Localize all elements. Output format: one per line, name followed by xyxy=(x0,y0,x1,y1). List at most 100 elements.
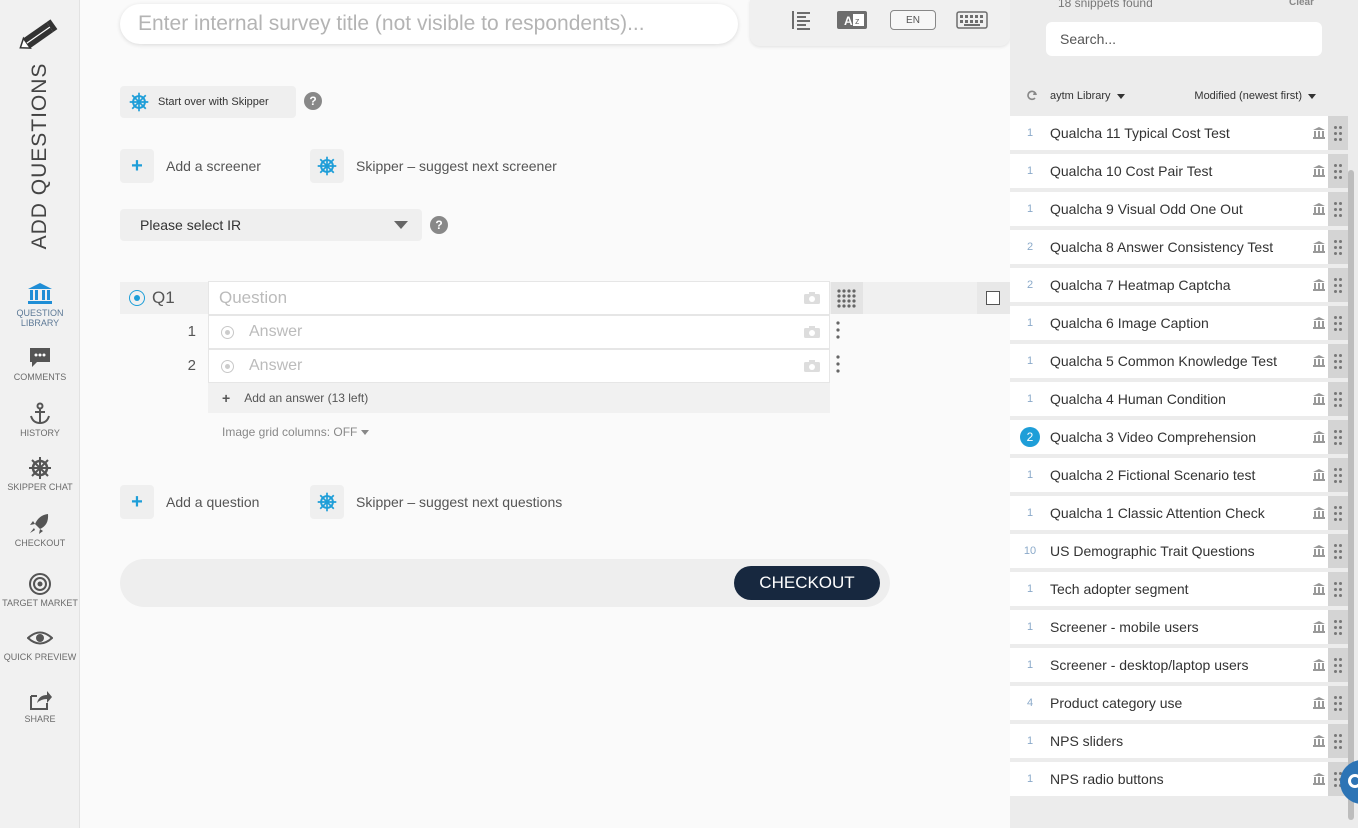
library-item[interactable]: 2 Qualcha 7 Heatmap Captcha xyxy=(1010,268,1348,306)
outline-view-button[interactable] xyxy=(790,9,812,31)
start-over-skipper-button[interactable]: Start over with Skipper xyxy=(120,86,296,118)
question-input[interactable]: Question xyxy=(208,281,830,315)
start-over-label: Start over with Skipper xyxy=(158,96,269,108)
nav-share[interactable]: SHARE xyxy=(0,688,80,724)
answer-drag-handle[interactable] xyxy=(834,350,842,382)
library-item-drag-handle[interactable] xyxy=(1328,610,1348,644)
add-answer-button[interactable]: + Add an answer (13 left) xyxy=(208,383,830,413)
library-item-drag-handle[interactable] xyxy=(1328,534,1348,568)
library-search-input[interactable] xyxy=(1046,22,1322,56)
library-item-drag-handle[interactable] xyxy=(1328,382,1348,416)
library-item[interactable]: 4 Product category use xyxy=(1010,686,1348,724)
help-icon[interactable]: ? xyxy=(304,92,322,110)
nav-question-library[interactable]: QUESTION LIBRARY xyxy=(0,282,80,328)
library-item[interactable]: 2 Qualcha 8 Answer Consistency Test xyxy=(1010,230,1348,268)
library-item-drag-handle[interactable] xyxy=(1328,268,1348,302)
bank-icon xyxy=(1313,621,1325,633)
library-item-drag-handle[interactable] xyxy=(1328,116,1348,150)
clear-link[interactable]: Clear xyxy=(1289,0,1314,8)
camera-icon[interactable] xyxy=(803,359,821,373)
library-item-drag-handle[interactable] xyxy=(1328,344,1348,378)
library-item[interactable]: 10 US Demographic Trait Questions xyxy=(1010,534,1348,572)
add-screener-label: Add a screener xyxy=(166,158,261,174)
library-item-name: Qualcha 9 Visual Odd One Out xyxy=(1050,201,1243,217)
library-item-name: Qualcha 4 Human Condition xyxy=(1050,391,1226,407)
answer-placeholder: Answer xyxy=(249,323,303,340)
library-filter-select[interactable]: aytm Library xyxy=(1026,90,1125,102)
language-button[interactable]: EN xyxy=(890,10,936,30)
snippet-count-badge: 1 xyxy=(1026,583,1034,595)
library-item-drag-handle[interactable] xyxy=(1328,230,1348,264)
library-item-drag-handle[interactable] xyxy=(1328,572,1348,606)
nav-label: SHARE xyxy=(24,714,56,724)
suggest-questions-button[interactable]: Skipper – suggest next questions xyxy=(310,485,562,519)
library-item-name: Qualcha 7 Heatmap Captcha xyxy=(1050,277,1231,293)
library-item-drag-handle[interactable] xyxy=(1328,686,1348,720)
library-item[interactable]: 1 Qualcha 9 Visual Odd One Out xyxy=(1010,192,1348,230)
snippet-count-badge: 1 xyxy=(1026,355,1034,367)
library-item-drag-handle[interactable] xyxy=(1328,458,1348,492)
library-item-drag-handle[interactable] xyxy=(1328,724,1348,758)
nav-checkout[interactable]: CHECKOUT xyxy=(0,512,80,548)
answer-input[interactable]: Answer xyxy=(208,349,830,383)
nav-skipper-chat[interactable]: SKIPPER CHAT xyxy=(0,456,80,492)
library-item-drag-handle[interactable] xyxy=(1328,496,1348,530)
library-item-drag-handle[interactable] xyxy=(1328,154,1348,188)
question-drag-handle[interactable] xyxy=(831,282,863,314)
nav-target-market[interactable]: TARGET MARKET xyxy=(0,572,80,608)
refresh-icon[interactable] xyxy=(1026,90,1038,102)
library-item[interactable]: 1 Qualcha 11 Typical Cost Test xyxy=(1010,116,1348,154)
snippet-count-value: 2 xyxy=(1020,427,1040,447)
library-item[interactable]: 1 Tech adopter segment xyxy=(1010,572,1348,610)
library-item[interactable]: 1 Qualcha 5 Common Knowledge Test xyxy=(1010,344,1348,382)
library-item[interactable]: 2 Qualcha 3 Video Comprehension xyxy=(1010,420,1348,458)
checkout-bar: CHECKOUT xyxy=(120,559,890,607)
help-icon[interactable]: ? xyxy=(430,216,448,234)
library-sort-select[interactable]: Modified (newest first) xyxy=(1194,90,1316,102)
add-screener-button[interactable]: + Add a screener xyxy=(120,149,261,183)
camera-icon[interactable] xyxy=(803,291,821,305)
bank-icon xyxy=(1313,355,1325,367)
nav-comments[interactable]: COMMENTS xyxy=(0,346,80,382)
checkout-button[interactable]: CHECKOUT xyxy=(734,566,880,600)
library-item-drag-handle[interactable] xyxy=(1328,420,1348,454)
library-item[interactable]: 1 Qualcha 4 Human Condition xyxy=(1010,382,1348,420)
library-item[interactable]: 1 Qualcha 2 Fictional Scenario test xyxy=(1010,458,1348,496)
pencil-icon xyxy=(19,19,58,49)
library-item-drag-handle[interactable] xyxy=(1328,306,1348,340)
snippet-count-badge: 1 xyxy=(1026,203,1034,215)
bank-icon xyxy=(1313,127,1325,139)
library-item[interactable]: 1 NPS sliders xyxy=(1010,724,1348,762)
bank-icon xyxy=(1313,583,1325,595)
camera-icon[interactable] xyxy=(803,325,821,339)
ship-wheel-icon xyxy=(310,149,344,183)
library-item[interactable]: 1 Qualcha 10 Cost Pair Test xyxy=(1010,154,1348,192)
library-item[interactable]: 1 Screener - mobile users xyxy=(1010,610,1348,648)
nav-quick-preview[interactable]: QUICK PREVIEW xyxy=(0,626,80,662)
library-item[interactable]: 1 Qualcha 1 Classic Attention Check xyxy=(1010,496,1348,534)
ir-select[interactable]: Please select IR xyxy=(120,209,422,241)
question-select-checkbox[interactable] xyxy=(977,282,1010,314)
library-item[interactable]: 1 Screener - desktop/laptop users xyxy=(1010,648,1348,686)
library-item-drag-handle[interactable] xyxy=(1328,648,1348,682)
survey-title-input[interactable] xyxy=(120,4,738,44)
library-item[interactable]: 1 NPS radio buttons xyxy=(1010,762,1348,800)
library-item-name: Qualcha 8 Answer Consistency Test xyxy=(1050,239,1274,255)
eye-icon xyxy=(27,631,53,645)
nav-history[interactable]: HISTORY xyxy=(0,402,80,438)
translate-button[interactable]: Az xyxy=(836,9,868,31)
library-item[interactable]: 1 Qualcha 6 Image Caption xyxy=(1010,306,1348,344)
add-question-button[interactable]: + Add a question xyxy=(120,485,259,519)
library-item-name: Qualcha 5 Common Knowledge Test xyxy=(1050,353,1277,369)
rocket-icon xyxy=(30,514,49,534)
answer-drag-handle[interactable] xyxy=(834,316,842,348)
library-scrollbar[interactable] xyxy=(1348,170,1354,820)
image-grid-columns-select[interactable]: Image grid columns: OFF xyxy=(222,425,370,439)
library-item-name: Qualcha 10 Cost Pair Test xyxy=(1050,163,1213,179)
question-type-radio-icon[interactable] xyxy=(129,290,145,306)
bank-icon xyxy=(28,283,52,304)
suggest-screener-button[interactable]: Skipper – suggest next screener xyxy=(310,149,557,183)
keyboard-button[interactable] xyxy=(956,9,988,31)
library-item-drag-handle[interactable] xyxy=(1328,192,1348,226)
answer-input[interactable]: Answer xyxy=(208,315,830,349)
